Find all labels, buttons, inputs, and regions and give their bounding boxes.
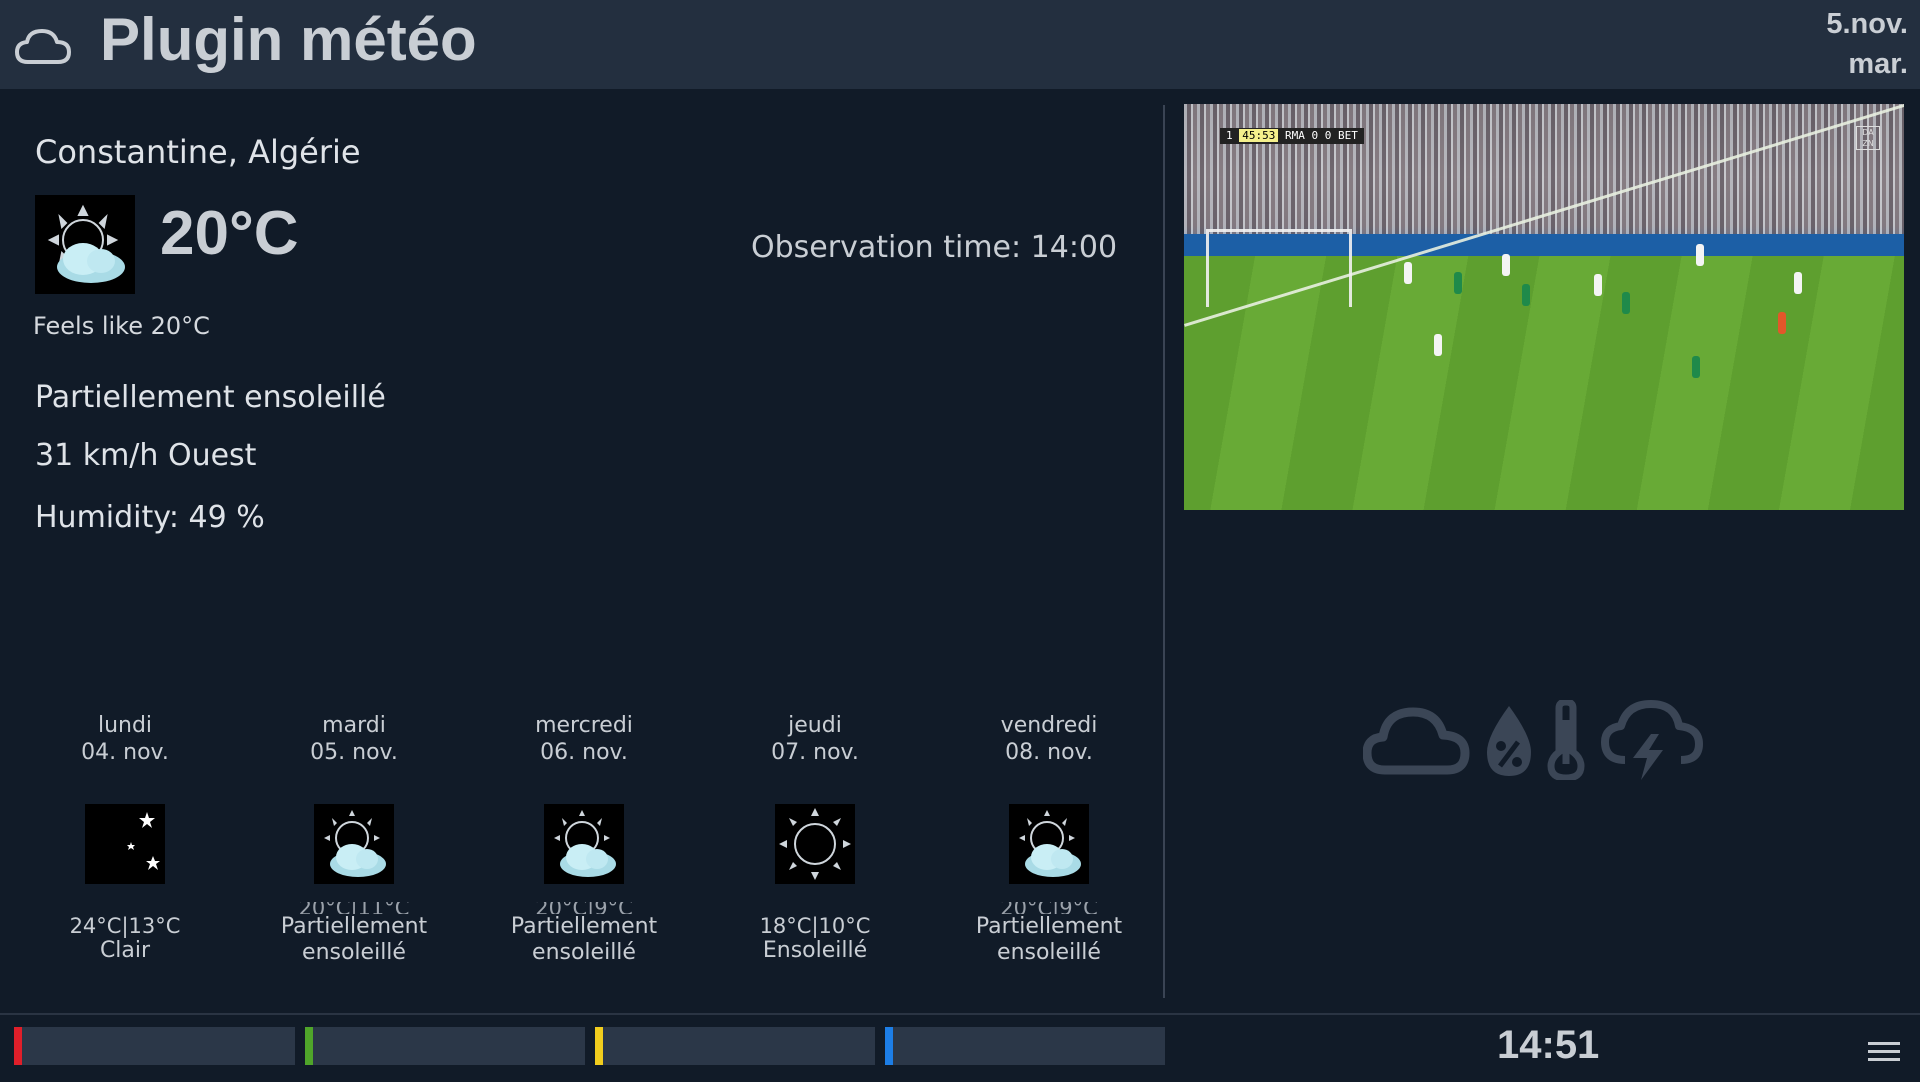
moon-stars-icon bbox=[85, 804, 165, 884]
video-goal bbox=[1206, 229, 1352, 307]
thermometer-icon bbox=[1547, 700, 1585, 780]
player bbox=[1696, 244, 1704, 266]
header-bar: Plugin météo 5.nov. mar. bbox=[0, 0, 1920, 89]
score-away: BET bbox=[1338, 129, 1358, 142]
score-value: 0 0 bbox=[1311, 129, 1332, 142]
forecast-condition: Partiellement ensoleillé bbox=[975, 914, 1123, 965]
channel-logo: DA ZN bbox=[1856, 126, 1880, 150]
player bbox=[1692, 356, 1700, 378]
location-label: Constantine, Algérie bbox=[35, 133, 361, 171]
scoreboard: 1 45:53 RMA 0 0 BET bbox=[1220, 128, 1364, 144]
humidity-info: Humidity: 49 % bbox=[35, 500, 265, 535]
forecast-date: 05. nov. bbox=[310, 740, 398, 765]
clock: 14:51 bbox=[1497, 1023, 1600, 1067]
header-date: 5.nov. bbox=[1826, 8, 1908, 40]
forecast-day-name: vendredi bbox=[1000, 713, 1098, 738]
forecast-temps: 24°C|13°C bbox=[69, 914, 181, 938]
blue-button-marker bbox=[885, 1027, 893, 1065]
panel-divider bbox=[1163, 105, 1165, 998]
video-crowd bbox=[1184, 104, 1904, 239]
score-time: 45:53 bbox=[1239, 129, 1279, 142]
forecast-day-name: jeudi bbox=[788, 713, 842, 738]
player bbox=[1622, 292, 1630, 314]
feels-like: Feels like 20°C bbox=[33, 312, 210, 340]
blue-button[interactable] bbox=[885, 1027, 1165, 1065]
player bbox=[1404, 262, 1412, 284]
forecast-temps: 20°C|9°C bbox=[535, 902, 633, 914]
forecast-day: lundi 04. nov. 24°C|13°C Clair bbox=[15, 712, 235, 964]
forecast-day: mercredi 06. nov. 20°C|9°C Partiellement… bbox=[474, 712, 694, 966]
forecast-temps: 20°C|9°C bbox=[1000, 902, 1098, 914]
forecast-day: mardi 05. nov. 20°C|11°C Partiellement e… bbox=[244, 712, 464, 966]
wind-info: 31 km/h Ouest bbox=[35, 438, 257, 473]
storm-cloud-icon bbox=[1601, 700, 1703, 780]
sun-icon bbox=[775, 804, 855, 884]
score-home: RMA bbox=[1285, 129, 1305, 142]
forecast-temps: 20°C|11°C bbox=[298, 902, 410, 914]
forecast-day: jeudi 07. nov. 18°C|10°C Ensoleillé bbox=[705, 712, 925, 964]
cloud-icon bbox=[15, 29, 71, 64]
current-condition: Partiellement ensoleillé bbox=[35, 380, 386, 415]
player bbox=[1794, 272, 1802, 294]
red-button[interactable] bbox=[14, 1027, 295, 1065]
yellow-button[interactable] bbox=[595, 1027, 875, 1065]
green-button[interactable] bbox=[305, 1027, 585, 1065]
partly-sunny-icon bbox=[314, 804, 394, 884]
forecast-date: 07. nov. bbox=[771, 740, 859, 765]
menu-icon[interactable] bbox=[1868, 1042, 1900, 1064]
yellow-button-marker bbox=[595, 1027, 603, 1065]
video-preview[interactable]: 1 45:53 RMA 0 0 BET DA ZN bbox=[1184, 104, 1904, 510]
forecast-date: 06. nov. bbox=[540, 740, 628, 765]
forecast-temps: 18°C|10°C bbox=[759, 914, 871, 938]
weather-status-icons bbox=[1363, 700, 1703, 780]
humidity-drop-icon bbox=[1487, 706, 1531, 776]
forecast-condition: Clair bbox=[99, 938, 151, 963]
forecast-date: 08. nov. bbox=[1005, 740, 1093, 765]
forecast-day-name: mardi bbox=[322, 713, 386, 738]
header-weekday: mar. bbox=[1848, 48, 1908, 80]
forecast-condition: Ensoleillé bbox=[762, 938, 868, 963]
player bbox=[1778, 312, 1786, 334]
player bbox=[1522, 284, 1530, 306]
forecast-condition: Partiellement ensoleillé bbox=[510, 914, 658, 965]
player bbox=[1594, 274, 1602, 296]
forecast-condition: Partiellement ensoleillé bbox=[280, 914, 428, 965]
partly-sunny-icon bbox=[544, 804, 624, 884]
current-temperature: 20°C bbox=[160, 199, 299, 268]
partly-sunny-icon bbox=[35, 195, 135, 294]
score-period: 1 bbox=[1226, 129, 1233, 142]
player bbox=[1454, 272, 1462, 294]
player bbox=[1434, 334, 1442, 356]
player bbox=[1502, 254, 1510, 276]
forecast-day-name: lundi bbox=[97, 713, 153, 738]
partly-sunny-icon bbox=[1009, 804, 1089, 884]
cloud-icon bbox=[1363, 707, 1470, 775]
observation-time: Observation time: 14:00 bbox=[751, 230, 1118, 265]
forecast-day-name: mercredi bbox=[535, 713, 633, 738]
forecast-date: 04. nov. bbox=[81, 740, 169, 765]
page-title: Plugin météo bbox=[100, 6, 477, 73]
green-button-marker bbox=[305, 1027, 313, 1065]
forecast-day: vendredi 08. nov. 20°C|9°C Partiellement… bbox=[939, 712, 1159, 966]
red-button-marker bbox=[14, 1027, 22, 1065]
